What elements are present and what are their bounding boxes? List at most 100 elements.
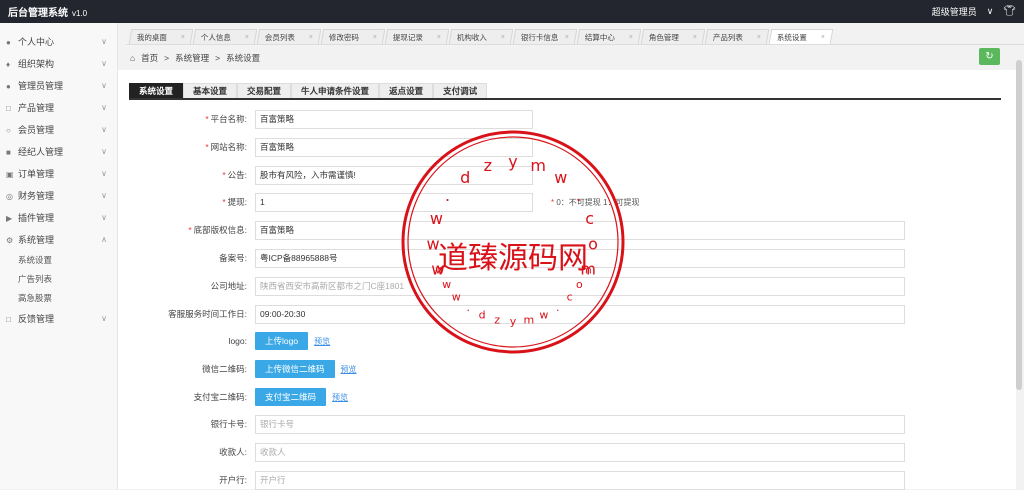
close-icon[interactable]: × bbox=[629, 34, 633, 41]
sidebar-item-label: 个人中心 bbox=[18, 36, 55, 47]
tab-settlement[interactable]: 结算中心 × bbox=[576, 29, 642, 44]
sidebar-item-label: 产品管理 bbox=[18, 102, 55, 113]
sidebar: ● 个人中心 ∨ ♦ 组织架构 ∨ ● 管理员管理 ∨ □ 产品管理 ∨ ○ 会员管理 ∨ ■ 经纪人… bbox=[0, 23, 118, 489]
required-mark: * bbox=[222, 170, 226, 180]
payee-input[interactable]: 收款人 bbox=[255, 442, 905, 462]
shirt-icon[interactable]: 👕︎ bbox=[1003, 6, 1016, 17]
tab-bank-card[interactable]: 银行卡信息 × bbox=[512, 29, 578, 44]
tab-payment-debug[interactable]: 支付调试 bbox=[433, 83, 488, 98]
stamp-letter: w bbox=[554, 168, 567, 187]
tab-label: 角色管理 bbox=[648, 32, 679, 42]
bank-card-input[interactable]: 银行卡号 bbox=[255, 414, 905, 434]
tab-label: 个人信息 bbox=[200, 32, 231, 42]
sidebar-item-member[interactable]: ○ 会员管理 ∨ bbox=[0, 118, 117, 140]
wechat-qr-preview-link[interactable]: 预览 bbox=[341, 364, 357, 375]
sidebar-item-system[interactable]: ⚙ 系统管理 ∧ bbox=[0, 228, 117, 250]
tab-system-settings[interactable]: 系统设置 × bbox=[768, 29, 834, 44]
top-bar: 后台管理系统 v1.0 超级管理员 ∨ 👕︎ bbox=[0, 0, 1024, 23]
chevron-down-icon[interactable]: ∨ bbox=[987, 6, 994, 17]
chevron-down-icon: ∨ bbox=[101, 313, 107, 323]
close-icon[interactable]: × bbox=[181, 34, 185, 41]
home-icon[interactable]: ⌂ bbox=[130, 53, 135, 63]
alipay-qr-label: 支付宝二维码: bbox=[193, 392, 247, 402]
tab-expert-conditions[interactable]: 牛人申请条件设置 bbox=[291, 83, 380, 98]
required-mark: * bbox=[205, 142, 209, 152]
tab-system[interactable]: 系统设置 bbox=[129, 83, 184, 98]
sidebar-item-admin[interactable]: ● 管理员管理 ∨ bbox=[0, 74, 117, 96]
stamp-letter: y bbox=[510, 315, 517, 328]
breadcrumb: ⌂ 首页 > 系统管理 > 系统设置 bbox=[130, 52, 260, 64]
sidebar-item-org[interactable]: ♦ 组织架构 ∨ bbox=[0, 52, 117, 74]
sidebar-item-personal[interactable]: ● 个人中心 ∨ bbox=[0, 30, 117, 52]
refresh-button[interactable]: ↻ bbox=[979, 48, 1000, 65]
close-icon[interactable]: × bbox=[757, 34, 761, 41]
stamp-letter: w bbox=[452, 291, 461, 304]
stamp-letter: w bbox=[442, 278, 451, 291]
user-name[interactable]: 超级管理员 bbox=[932, 5, 977, 18]
sidebar-item-finance[interactable]: ◎ 财务管理 ∨ bbox=[0, 184, 117, 206]
required-mark: * bbox=[188, 225, 192, 235]
sidebar-item-plugin[interactable]: ▶ 插件管理 ∨ bbox=[0, 206, 117, 228]
close-icon[interactable]: × bbox=[565, 34, 569, 41]
tab-roles[interactable]: 角色管理 × bbox=[640, 29, 706, 44]
alipay-qr-preview-link[interactable]: 预览 bbox=[332, 392, 348, 403]
site-name-label: 网站名称: bbox=[210, 142, 247, 152]
close-icon[interactable]: × bbox=[821, 34, 825, 41]
tab-change-password[interactable]: 修改密码 × bbox=[320, 29, 386, 44]
tab-withdraw-records[interactable]: 提现记录 × bbox=[384, 29, 450, 44]
upload-wechat-qr-button[interactable]: 上传微信二维码 bbox=[255, 360, 335, 378]
copyright-label: 底部版权信息: bbox=[193, 225, 247, 235]
sidebar-subitem-ad-list[interactable]: 广告列表 bbox=[0, 269, 117, 288]
stamp-letter: c bbox=[585, 209, 594, 228]
close-icon[interactable]: × bbox=[693, 34, 697, 41]
form-row-logo: logo: 上传logo 预览 bbox=[140, 331, 330, 351]
breadcrumb-separator: > bbox=[215, 53, 221, 63]
close-icon[interactable]: × bbox=[437, 34, 441, 41]
sidebar-item-broker[interactable]: ■ 经纪人管理 ∨ bbox=[0, 140, 117, 162]
icp-label: 备案号: bbox=[219, 253, 247, 263]
scrollbar[interactable] bbox=[1016, 60, 1022, 390]
tab-basic[interactable]: 基本设置 bbox=[183, 83, 238, 98]
feedback-icon: □ bbox=[6, 314, 11, 324]
watermark-stamp: www.dz y mw.comwww.d z y m w.com 道臻源码网 bbox=[401, 130, 625, 354]
logo-preview-link[interactable]: 预览 bbox=[314, 336, 330, 347]
stamp-letter: m bbox=[523, 313, 534, 326]
chevron-down-icon: ∨ bbox=[101, 102, 107, 112]
close-icon[interactable]: × bbox=[373, 34, 377, 41]
tab-member-list[interactable]: 会员列表 × bbox=[256, 29, 322, 44]
sidebar-item-order[interactable]: ▣ 订单管理 ∨ bbox=[0, 162, 117, 184]
upload-alipay-qr-button[interactable]: 支付宝二维码 bbox=[255, 388, 327, 406]
breadcrumb-level1[interactable]: 系统管理 bbox=[175, 52, 209, 64]
user-menu[interactable]: 超级管理员 ∨ 👕︎ bbox=[932, 5, 1016, 18]
tab-desktop[interactable]: 我的桌面 × bbox=[128, 29, 194, 44]
finance-icon: ◎ bbox=[6, 191, 13, 201]
tab-product-list[interactable]: 产品列表 × bbox=[704, 29, 770, 44]
chevron-down-icon: ∨ bbox=[101, 212, 107, 222]
breadcrumb-home[interactable]: 首页 bbox=[141, 52, 158, 64]
app-title: 后台管理系统 bbox=[8, 8, 68, 19]
tab-label: 提现记录 bbox=[392, 32, 423, 42]
close-icon[interactable]: × bbox=[245, 34, 249, 41]
app-version: v1.0 bbox=[72, 9, 88, 18]
chevron-down-icon: ∨ bbox=[101, 146, 107, 156]
tab-label: 银行卡信息 bbox=[520, 32, 559, 42]
sidebar-item-product[interactable]: □ 产品管理 ∨ bbox=[0, 96, 117, 118]
platform-name-label: 平台名称: bbox=[210, 114, 247, 124]
tab-org-income[interactable]: 机构收入 × bbox=[448, 29, 514, 44]
tab-trade[interactable]: 交易配置 bbox=[237, 83, 292, 98]
sidebar-subitem-stocks[interactable]: 高急股票 bbox=[0, 288, 117, 307]
chevron-down-icon: ∨ bbox=[101, 58, 107, 68]
tab-profile[interactable]: 个人信息 × bbox=[192, 29, 258, 44]
bank-label: 开户行: bbox=[219, 475, 247, 485]
tab-rebate[interactable]: 返点设置 bbox=[379, 83, 434, 98]
sidebar-subitem-system-settings[interactable]: 系统设置 bbox=[0, 250, 117, 269]
close-icon[interactable]: × bbox=[501, 34, 505, 41]
chevron-down-icon: ∨ bbox=[101, 36, 107, 46]
order-icon: ▣ bbox=[6, 169, 14, 179]
upload-logo-button[interactable]: 上传logo bbox=[255, 332, 309, 350]
sidebar-item-feedback[interactable]: □ 反馈管理 ∨ bbox=[0, 307, 117, 329]
bank-input[interactable]: 开户行 bbox=[255, 470, 905, 490]
app-brand: 后台管理系统 v1.0 bbox=[8, 4, 87, 19]
form-row-wechat-qr: 微信二维码: 上传微信二维码 预览 bbox=[140, 359, 357, 379]
close-icon[interactable]: × bbox=[309, 34, 313, 41]
